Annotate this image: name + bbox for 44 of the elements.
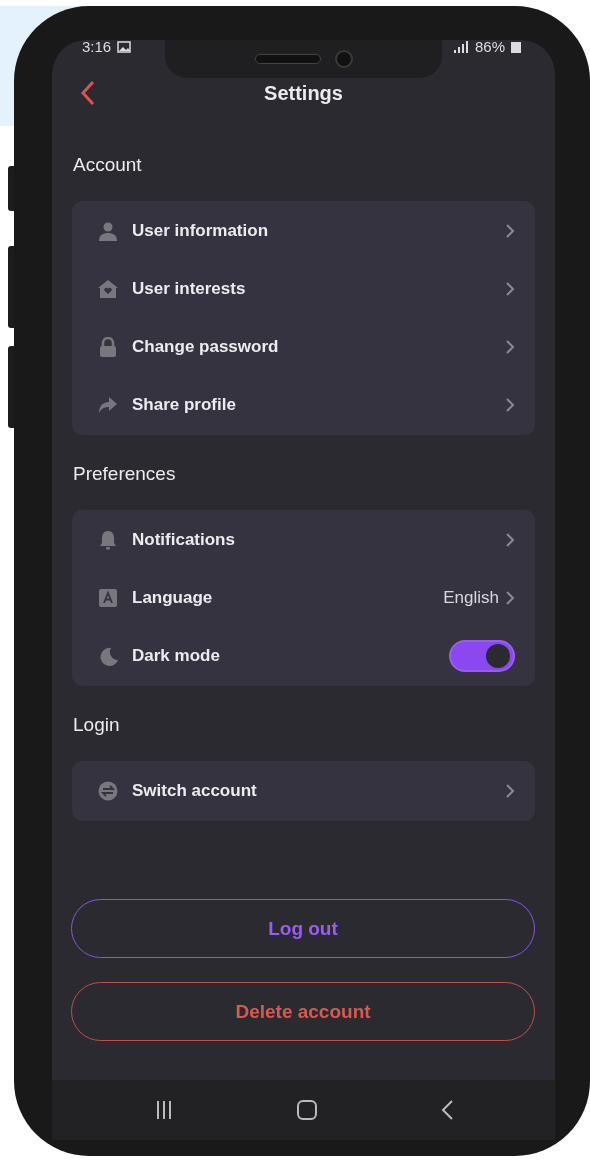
row-label: User information bbox=[132, 221, 270, 241]
settings-row[interactable]: Share profile bbox=[72, 376, 535, 434]
moon-icon bbox=[98, 646, 118, 666]
bell-icon bbox=[98, 530, 118, 550]
settings-row[interactable]: Dark mode bbox=[72, 627, 535, 685]
section-heading: Preferences bbox=[73, 462, 177, 486]
row-label: Share profile bbox=[132, 395, 237, 415]
back-icon[interactable] bbox=[440, 1099, 455, 1121]
chevron-right-icon bbox=[505, 223, 515, 239]
image-icon bbox=[117, 41, 132, 53]
section-heading: Account bbox=[73, 153, 143, 177]
settings-row[interactable]: Language English bbox=[72, 569, 535, 627]
row-label: Change password bbox=[132, 337, 280, 357]
section-heading: Login bbox=[73, 713, 121, 737]
screen-title: Settings bbox=[264, 81, 343, 105]
letter-a-icon bbox=[98, 588, 118, 608]
lock-icon bbox=[98, 337, 118, 357]
chevron-right-icon bbox=[505, 532, 515, 548]
row-value: English bbox=[443, 588, 499, 608]
chevron-right-icon bbox=[505, 339, 515, 355]
settings-row[interactable]: Switch account bbox=[72, 762, 535, 820]
person-icon bbox=[98, 221, 118, 241]
share-arrow-icon bbox=[98, 395, 118, 415]
chevron-right-icon bbox=[505, 281, 515, 297]
signal-icon bbox=[452, 41, 469, 53]
settings-row[interactable]: User information bbox=[72, 202, 535, 260]
house-heart-icon bbox=[98, 279, 118, 299]
swap-arrows-icon bbox=[98, 781, 118, 801]
row-label: Dark mode bbox=[132, 646, 221, 666]
row-label: Notifications bbox=[132, 530, 236, 550]
home-icon[interactable] bbox=[296, 1099, 319, 1121]
chevron-right-icon bbox=[505, 590, 515, 606]
toggle-switch[interactable] bbox=[449, 640, 515, 672]
row-label: User interests bbox=[132, 279, 247, 299]
chevron-right-icon bbox=[505, 783, 515, 799]
row-label: Switch account bbox=[132, 781, 258, 801]
settings-row[interactable]: User interests bbox=[72, 260, 535, 318]
chevron-right-icon bbox=[505, 397, 515, 413]
row-label: Language bbox=[132, 588, 214, 608]
settings-row[interactable]: Change password bbox=[72, 318, 535, 376]
settings-row[interactable]: Notifications bbox=[72, 511, 535, 569]
battery-icon bbox=[511, 41, 521, 53]
battery-percentage: 86% bbox=[474, 40, 505, 54]
status-time: 3:16 bbox=[82, 40, 112, 54]
